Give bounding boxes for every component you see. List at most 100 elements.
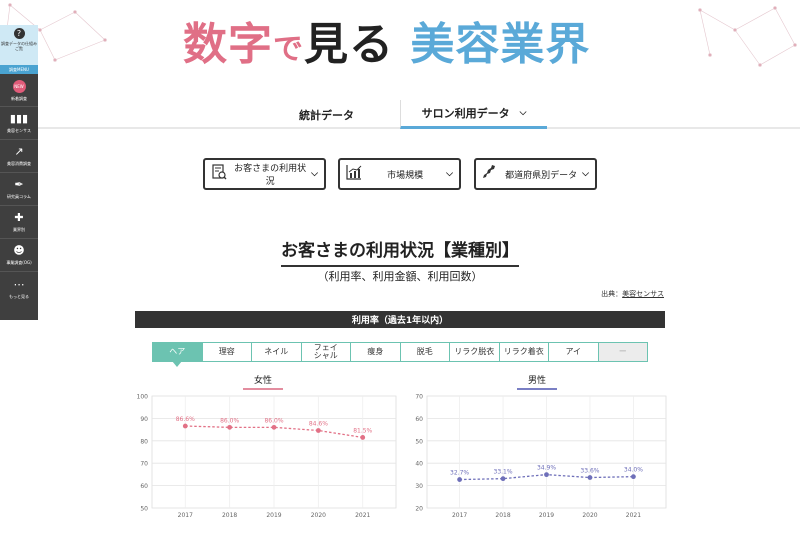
tab-statistics[interactable]: 統計データ (253, 100, 400, 129)
sidebar-item-label: 美容消費調査 (7, 161, 31, 166)
male-usage-chart: 70 60 50 40 30 20 2017 2018 2019 2020 2021 32.7% 33.… (415, 394, 667, 519)
x-tick-label: 2020 (311, 512, 326, 519)
x-tick-label: 2021 (626, 512, 641, 519)
y-tick-label: 20 (415, 506, 423, 513)
map-icon (482, 164, 500, 184)
category-tabs: ヘア 理容 ネイル フェイ シャル 痩身 脱毛 リラク脱衣 リラク着衣 アイー (152, 342, 648, 367)
sidebar-item-consumption[interactable]: ↗ 美容消費調査 (0, 140, 38, 173)
question-icon: ? (13, 28, 25, 39)
y-tick-label: 70 (140, 461, 148, 468)
sidebar-item-label: 美容センサス (7, 128, 31, 133)
pen-icon: ✒ (14, 178, 24, 191)
new-badge-icon: NEW (12, 79, 26, 93)
y-tick-label: 60 (415, 416, 423, 423)
category-tab[interactable]: 理容 (202, 343, 252, 361)
dropdown-label: 都道府県別データ (505, 170, 578, 181)
category-tab[interactable]: ー (598, 343, 647, 361)
tags-icon: ✚ (14, 211, 24, 224)
dropdown-customer-usage[interactable]: お客さまの利用状況 ⌵ (203, 158, 326, 190)
chevron-down-icon: ⌵ (582, 169, 589, 179)
data-point (182, 423, 188, 429)
sidebar-item-label: 研究員コラム (7, 194, 31, 199)
female-usage-chart: 100 90 80 70 60 50 2017 2018 2019 2020 2021 86.6% 86… (137, 394, 397, 519)
data-label: 33.1% (494, 469, 513, 476)
category-tab[interactable]: フェイ シャル (301, 343, 351, 361)
document-search-icon (211, 164, 229, 184)
more-icon: ⋯ (13, 277, 25, 291)
section-subtitle: （利用率、利用金額、利用回数） (317, 270, 483, 283)
category-tab[interactable]: ネイル (252, 343, 302, 361)
decorative-network-right (698, 6, 797, 67)
y-tick-label: 60 (140, 483, 148, 490)
y-tick-label: 90 (140, 416, 148, 423)
tab-salon-usage[interactable]: サロン利用データ ⌵ (400, 100, 547, 129)
data-label: 32.7% (450, 470, 469, 477)
y-tick-label: 50 (415, 438, 423, 445)
line-chart-icon (346, 164, 364, 184)
sidebar-item-census[interactable]: ▮▮▮ 美容センサス (0, 107, 38, 140)
sidebar-item-label: 新着調査 (11, 95, 27, 101)
data-point (544, 472, 549, 478)
sidebar-help-label: 調査データの仕組みご覧 (1, 41, 37, 51)
usage-rate-header: 利用率（過去1年以内） (135, 311, 665, 328)
x-tick-label: 2019 (266, 512, 281, 519)
data-point (587, 475, 593, 480)
chevron-down-icon: ⌵ (519, 108, 527, 118)
people-icon: ☻ (13, 244, 25, 257)
sidebar-help-button[interactable]: ? 調査データの仕組みご覧 (0, 25, 38, 65)
data-label: 81.5% (353, 427, 372, 434)
left-sidebar: ? 調査データの仕組みご覧 調査MENU NEW 新着調査 ▮▮▮ 美容センサス… (0, 25, 38, 320)
y-tick-label: 100 (137, 394, 149, 401)
data-label: 86.0% (264, 417, 283, 424)
y-tick-label: 30 (415, 483, 423, 490)
data-point (457, 477, 462, 482)
category-tab[interactable]: 痩身 (351, 343, 401, 361)
y-tick-label: 80 (140, 438, 148, 445)
data-label: 84.6% (309, 420, 328, 427)
sidebar-item-industry[interactable]: ✚ 業界別 (0, 206, 38, 239)
page-header: 数字で見る 美容業界 (0, 0, 800, 75)
sidebar-item-new[interactable]: NEW 新着調査 (0, 74, 38, 107)
sidebar-item-label: 業界別 (13, 227, 25, 232)
source-prefix: 出典： (601, 290, 623, 298)
sidebar-menu-label: 調査MENU (0, 65, 38, 74)
sidebar-item-column[interactable]: ✒ 研究員コラム (0, 173, 38, 206)
data-point (227, 424, 233, 430)
data-point (500, 476, 506, 482)
category-tab[interactable]: ヘア (153, 343, 203, 367)
section-title: お客さまの利用状況【業種別】 (0, 236, 800, 267)
page-title: 数字で見る 美容業界 (183, 19, 591, 70)
sidebar-item-label: もっと見る (9, 293, 29, 299)
data-point (315, 428, 321, 433)
category-tab[interactable]: アイ (549, 343, 599, 361)
data-point (271, 424, 277, 430)
main-nav-tabs: 統計データ サロン利用データ ⌵ (0, 100, 800, 129)
chevron-down-icon: ⌵ (311, 169, 318, 179)
tab-statistics-label: 統計データ (299, 108, 354, 122)
x-tick-label: 2020 (582, 512, 597, 519)
sidebar-item-og[interactable]: ☻ 事業調査(OG) (0, 239, 38, 272)
data-point (631, 474, 636, 480)
trend-up-icon: ↗ (14, 145, 24, 158)
source-note: 出典：美容センサス (601, 289, 664, 299)
dropdown-label: 市場規模 (387, 170, 424, 181)
x-tick-label: 2018 (222, 512, 237, 519)
data-label: 86.0% (220, 417, 239, 424)
x-tick-label: 2017 (452, 512, 467, 519)
category-tab[interactable]: リラク着衣 (499, 343, 549, 361)
bar-chart-icon: ▮▮▮ (9, 112, 29, 125)
data-label: 86.6% (176, 416, 195, 423)
sidebar-item-label: 事業調査(OG) (6, 260, 32, 265)
data-label: 34.9% (537, 465, 556, 472)
chevron-down-icon: ⌵ (446, 169, 453, 179)
data-label: 34.0% (624, 467, 643, 474)
x-tick-label: 2019 (539, 512, 554, 519)
dropdown-prefecture-data[interactable]: 都道府県別データ ⌵ (474, 158, 597, 190)
category-tab[interactable]: リラク脱衣 (450, 343, 500, 361)
sidebar-item-more[interactable]: ⋯ もっと見る (0, 272, 38, 305)
y-tick-label: 70 (415, 394, 423, 401)
source-link[interactable]: 美容センサス (622, 290, 664, 298)
tab-salon-usage-label: サロン利用データ (421, 107, 510, 120)
category-tab[interactable]: 脱毛 (400, 343, 450, 361)
dropdown-market-size[interactable]: 市場規模 ⌵ (338, 158, 461, 190)
